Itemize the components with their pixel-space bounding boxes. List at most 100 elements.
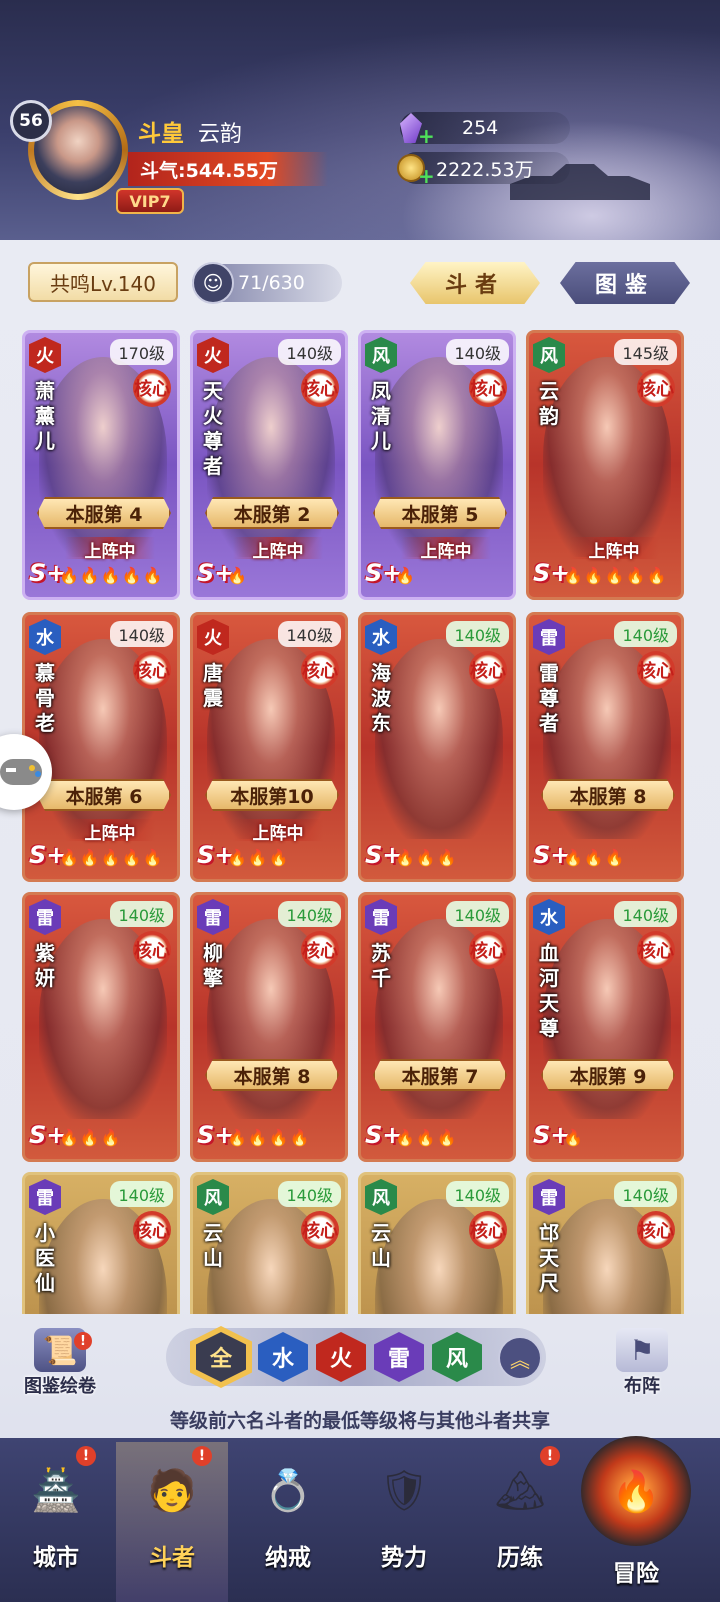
fighter-card[interactable]: 火 140级 唐震 核心 本服第10 上阵中 S+ 🔥🔥🔥 [190, 612, 348, 882]
fighter-card[interactable]: 雷 140级 柳擎 核心 本服第 8 S+ 🔥🔥🔥🔥 [190, 892, 348, 1162]
fighter-level: 140级 [446, 339, 509, 365]
nav-item-faction[interactable]: 🛡 势力 [348, 1442, 460, 1602]
player-level-badge: 56 [10, 100, 52, 142]
core-badge: 核心 [301, 1211, 339, 1249]
player-name: 云韵 [198, 122, 243, 147]
fighter-card-grid: 火 170级 萧薰儿 核心 本服第 4 上阵中 S+ 🔥🔥🔥🔥🔥 火 140级 天火尊者 核心 本服第 … [22, 330, 702, 1314]
codex-scroll-label: 图鉴绘卷 [24, 1376, 96, 1397]
notification-badge: ! [76, 1446, 96, 1466]
fighter-card[interactable]: 雷 140级 苏千 核心 本服第 7 S+ 🔥🔥🔥 [358, 892, 516, 1162]
element-badge: 雷 [533, 619, 565, 655]
star-flames: 🔥 [227, 566, 248, 585]
fighter-level: 145级 [614, 339, 677, 365]
fighter-card[interactable]: 风140级云山核心S+ [190, 1172, 348, 1314]
nav-item-adventure[interactable]: 🔥 冒险 [580, 1436, 692, 1602]
player-rank-title: 斗皇 [138, 121, 184, 147]
faction-icon: 🛡 [378, 1467, 430, 1514]
fighter-card[interactable]: 雷140级小医仙核心S+ [22, 1172, 180, 1314]
hero-count: ☺ 71/630 [192, 262, 342, 304]
collapse-chevron-icon[interactable]: ︽ [498, 1336, 542, 1380]
server-rank-banner: 本服第10 [205, 779, 339, 811]
fighter-level: 140级 [278, 621, 341, 647]
fighter-card[interactable]: 火 170级 萧薰儿 核心 本服第 4 上阵中 S+ 🔥🔥🔥🔥🔥 [22, 330, 180, 600]
formation-button[interactable]: ⚑ 布阵 [592, 1328, 692, 1408]
server-rank-banner: 本服第 4 [37, 497, 171, 529]
gem-resource[interactable]: + 254 [400, 112, 570, 148]
fighter-card[interactable]: 风 140级 凤清儿 核心 本服第 5 上阵中 S+ 🔥 [358, 330, 516, 600]
nav-item-training[interactable]: 🏔! 历练 [464, 1442, 576, 1602]
fighter-name: 慕骨老 [35, 661, 55, 735]
fighter-name: 萧薰儿 [35, 379, 55, 453]
add-gold-icon[interactable]: + [418, 164, 435, 188]
fighter-level: 140级 [110, 1181, 173, 1207]
level-share-tip: 等级前六名斗者的最低等级将与其他斗者共享 [169, 1410, 550, 1432]
core-badge: 核心 [301, 931, 339, 969]
nav-label: 斗者 [149, 1545, 195, 1571]
core-badge: 核心 [301, 651, 339, 689]
fighter-card[interactable]: 火 140级 天火尊者 核心 本服第 2 上阵中 S+ 🔥 [190, 330, 348, 600]
fighter-name: 血河天尊 [539, 941, 559, 1040]
fighter-level: 140级 [446, 901, 509, 927]
nav-item-fighter[interactable]: 🧑! 斗者 [116, 1442, 228, 1602]
vip-badge[interactable]: VIP7 [116, 188, 184, 214]
server-rank-banner: 本服第 9 [541, 1059, 675, 1091]
element-badge: 风 [197, 1179, 229, 1215]
fighter-card[interactable]: 风 145级 云韵 核心 上阵中 S+ 🔥🔥🔥🔥🔥 [526, 330, 684, 600]
fighter-card[interactable]: 水 140级 慕骨老 核心 本服第 6 上阵中 S+ 🔥🔥🔥🔥🔥 [22, 612, 180, 882]
notification-badge: ! [74, 1332, 92, 1350]
star-flames: 🔥🔥🔥🔥🔥 [59, 566, 164, 585]
fighter-name: 柳擎 [203, 941, 223, 990]
nav-label: 城市 [33, 1545, 79, 1571]
core-badge: 核心 [637, 651, 675, 689]
nav-item-ring[interactable]: 💍 纳戒 [232, 1442, 344, 1602]
fighter-name: 云山 [371, 1221, 391, 1270]
element-badge: 风 [533, 337, 565, 373]
fighter-level: 140级 [278, 1181, 341, 1207]
fighter-card[interactable]: 风140级云山核心S+ [358, 1172, 516, 1314]
star-flames: 🔥🔥🔥🔥🔥 [563, 566, 668, 585]
fighter-name: 云山 [203, 1221, 223, 1270]
star-flames: 🔥🔥🔥 [395, 1128, 458, 1147]
fighter-level: 140级 [614, 901, 677, 927]
server-rank-banner: 本服第 8 [205, 1059, 339, 1091]
element-badge: 火 [29, 337, 61, 373]
core-badge: 核心 [637, 931, 675, 969]
fighter-card[interactable]: 雷 140级 紫妍 核心 S+ 🔥🔥🔥 [22, 892, 180, 1162]
fighter-name: 天火尊者 [203, 379, 223, 478]
resonance-level-button[interactable]: 共鸣Lv.140 [28, 262, 178, 302]
core-badge: 核心 [301, 369, 339, 407]
fighter-name: 雷尊者 [539, 661, 559, 735]
formation-label: 布阵 [624, 1376, 660, 1397]
fighter-level: 170级 [110, 339, 173, 365]
codex-scroll-button[interactable]: 📜 ! 图鉴绘卷 [10, 1328, 110, 1408]
fighter-card[interactable]: 雷 140级 雷尊者 核心 本服第 8 S+ 🔥🔥🔥 [526, 612, 684, 882]
fighter-card[interactable]: 水 140级 血河天尊 核心 本服第 9 S+ 🔥 [526, 892, 684, 1162]
core-badge: 核心 [133, 931, 171, 969]
deployed-label: 上阵中 [65, 537, 155, 562]
fighter-name: 凤清儿 [371, 379, 391, 453]
core-badge: 核心 [469, 651, 507, 689]
nav-label: 冒险 [613, 1561, 659, 1587]
fighter-name: 苏千 [371, 941, 391, 990]
star-flames: 🔥🔥🔥 [59, 1128, 122, 1147]
server-rank-banner: 本服第 7 [373, 1059, 507, 1091]
gold-resource[interactable]: + 2222.53万 [397, 152, 570, 188]
tab-codex[interactable]: 图鉴 [560, 262, 690, 304]
element-badge: 雷 [197, 899, 229, 935]
fighter-card[interactable]: 雷140级邙天尺核心S+ [526, 1172, 684, 1314]
fighter-level: 140级 [614, 1181, 677, 1207]
tab-fighters[interactable]: 斗者 [410, 262, 540, 304]
core-badge: 核心 [637, 1211, 675, 1249]
fighter-name: 邙天尺 [539, 1221, 559, 1295]
element-badge: 风 [365, 1179, 397, 1215]
ring-icon: 💍 [263, 1467, 313, 1514]
nav-item-city[interactable]: 🏯! 城市 [0, 1442, 112, 1602]
core-badge: 核心 [469, 931, 507, 969]
fighter-card[interactable]: 水 140级 海波东 核心 S+ 🔥🔥🔥 [358, 612, 516, 882]
element-badge: 风 [365, 337, 397, 373]
core-badge: 核心 [133, 369, 171, 407]
star-flames: 🔥🔥🔥🔥🔥 [59, 848, 164, 867]
nav-label: 历练 [497, 1545, 543, 1571]
flag-icon: ⚑ [616, 1328, 668, 1372]
add-gem-icon[interactable]: + [418, 124, 435, 148]
